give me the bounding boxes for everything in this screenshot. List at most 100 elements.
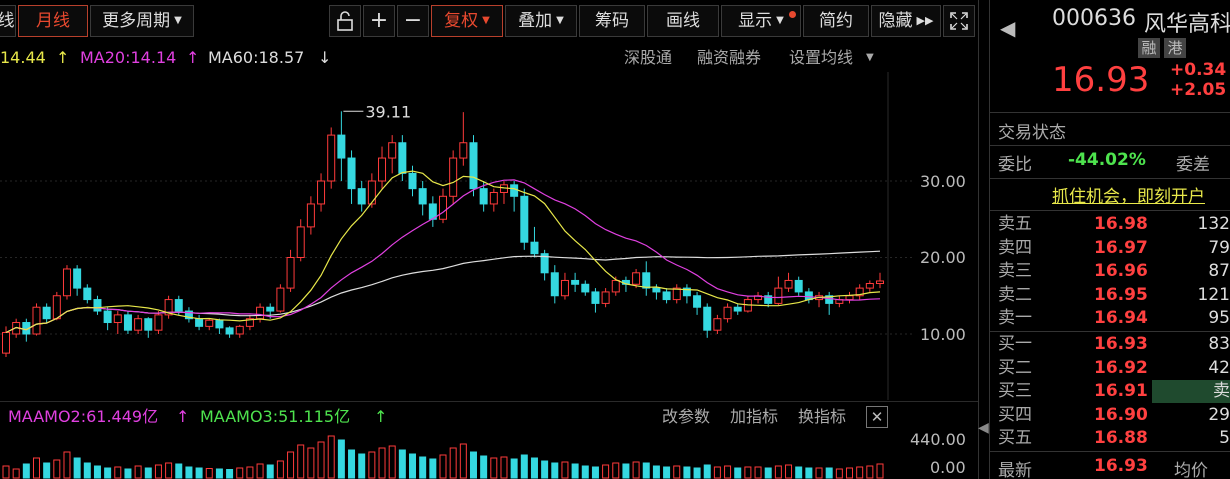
back-arrow-icon[interactable]: ◀ xyxy=(1000,16,1015,40)
volume-bar xyxy=(398,449,406,479)
volume-bar xyxy=(663,466,671,479)
maamo2-value: MAAMO2:61.449亿 xyxy=(8,407,159,426)
caret-down-icon[interactable]: ▼ xyxy=(866,46,874,70)
volume-bar xyxy=(43,462,51,479)
volume-bar xyxy=(53,459,61,479)
ask-price[interactable]: 16.96 xyxy=(1094,260,1148,283)
ma-settings-link[interactable]: 设置均线 xyxy=(789,46,853,70)
fullscreen-button[interactable] xyxy=(943,5,975,37)
chips-button[interactable]: 筹码 xyxy=(579,5,645,37)
draw-line-button[interactable]: 画线 xyxy=(647,5,719,37)
overlay-button[interactable]: 叠加 ▼ xyxy=(505,5,577,37)
caret-down-icon: ▼ xyxy=(776,15,784,26)
volume-bar xyxy=(317,441,325,479)
hk-connect-tag: 港 xyxy=(1164,38,1186,58)
bid-volume: 42 xyxy=(1208,357,1230,378)
wei-bi-value: -44.02% xyxy=(1068,150,1146,170)
period-partial-button[interactable]: 线 xyxy=(0,5,16,37)
ask-price[interactable]: 16.97 xyxy=(1094,237,1148,260)
volume-bar xyxy=(480,455,488,479)
open-account-banner[interactable]: 抓住机会，即刻开户 xyxy=(1052,182,1205,207)
volume-indicator-chart[interactable] xyxy=(0,430,978,479)
volume-bar xyxy=(297,444,305,479)
notification-dot-icon xyxy=(789,11,796,18)
ask-price[interactable]: 16.95 xyxy=(1094,284,1148,307)
candle-body xyxy=(134,318,143,331)
month-button[interactable]: 月线 xyxy=(18,5,88,37)
add-indicator-link[interactable]: 加指标 xyxy=(730,404,778,430)
zoom-in-button[interactable]: + xyxy=(363,5,395,37)
bid-price[interactable]: 16.88 xyxy=(1094,427,1148,450)
restore-rights-button[interactable]: 复权 ▼ xyxy=(431,5,503,37)
candle-body xyxy=(388,142,397,159)
display-button[interactable]: 显示 ▼ xyxy=(721,5,801,37)
volume-bar xyxy=(510,458,518,479)
candle-body xyxy=(489,191,498,205)
volume-bar xyxy=(449,447,457,479)
volume-bar xyxy=(622,463,630,479)
close-indicator-button[interactable]: ✕ xyxy=(866,406,888,428)
bid-price[interactable]: 16.90 xyxy=(1094,404,1148,427)
candle-body xyxy=(865,283,874,289)
volume-bar xyxy=(419,456,427,479)
volume-bar xyxy=(846,467,854,479)
candle-body xyxy=(439,195,447,220)
candle-body xyxy=(256,306,265,320)
lock-icon xyxy=(337,11,353,31)
candle-body xyxy=(62,268,71,297)
zoom-out-button[interactable]: − xyxy=(397,5,429,37)
last-price: 16.93 xyxy=(1052,60,1150,100)
candle-body xyxy=(510,184,519,197)
bid-volume: 83 xyxy=(1208,334,1230,354)
bid-row: 买五 16.88 5 xyxy=(990,427,1230,450)
up-arrow-icon: ↑ xyxy=(186,48,200,67)
summary-button[interactable]: 简约 xyxy=(803,5,869,37)
panel-divider xyxy=(978,0,979,479)
candlestick-chart[interactable]: 39.11 xyxy=(0,72,978,400)
margin-trading-link[interactable]: 融资融券 xyxy=(697,46,761,70)
volume-bar xyxy=(348,449,356,479)
volume-bar xyxy=(459,443,467,479)
candle-body xyxy=(794,279,803,293)
volume-bar xyxy=(642,462,650,479)
bid-volume: 5 xyxy=(1219,428,1230,448)
ma10-value: 14.44 xyxy=(0,48,46,67)
volume-bar xyxy=(774,465,782,479)
bid-price[interactable]: 16.91 xyxy=(1094,380,1148,403)
volume-bar xyxy=(236,467,244,479)
down-arrow-icon: ↓ xyxy=(318,48,332,67)
candle-body xyxy=(73,268,82,289)
hide-button[interactable]: 隐藏 ▶▶ xyxy=(871,5,941,37)
up-arrow-icon: ↑ xyxy=(176,407,190,426)
candle-body xyxy=(774,287,783,304)
ask-volume: 95 xyxy=(1208,308,1230,328)
ask-price[interactable]: 16.98 xyxy=(1094,213,1148,236)
more-periods-label: 更多周期 xyxy=(102,11,171,31)
candle-body xyxy=(581,283,590,293)
volume-bar xyxy=(226,469,234,479)
candle-body xyxy=(93,299,102,312)
bid-label: 买三 xyxy=(998,381,1032,401)
volume-bar xyxy=(652,465,660,479)
sz-connect-link[interactable]: 深股通 xyxy=(624,46,672,70)
bid-price[interactable]: 16.93 xyxy=(1094,333,1148,356)
volume-bar xyxy=(144,467,152,479)
price-change-percent: +2.05 xyxy=(1170,80,1227,100)
volume-bar xyxy=(83,462,91,479)
change-params-link[interactable]: 改参数 xyxy=(662,404,710,430)
volume-bar xyxy=(632,461,640,479)
volume-bar xyxy=(805,467,813,479)
bid-price[interactable]: 16.92 xyxy=(1094,357,1148,380)
stock-name: 风华高科 xyxy=(1144,12,1230,37)
more-periods-button[interactable]: 更多周期 ▼ xyxy=(90,5,194,37)
candle-body xyxy=(713,318,722,331)
lock-button[interactable] xyxy=(329,5,361,37)
trade-status-label: 交易状态 xyxy=(998,123,1066,143)
volume-bar xyxy=(591,466,599,479)
ask-price[interactable]: 16.94 xyxy=(1094,307,1148,330)
volume-bar xyxy=(795,466,803,479)
candle-body xyxy=(327,134,336,182)
switch-indicator-link[interactable]: 换指标 xyxy=(798,404,846,430)
sub-y-tick-label: 440.00 xyxy=(910,430,966,449)
bid-label: 买四 xyxy=(998,404,1032,425)
